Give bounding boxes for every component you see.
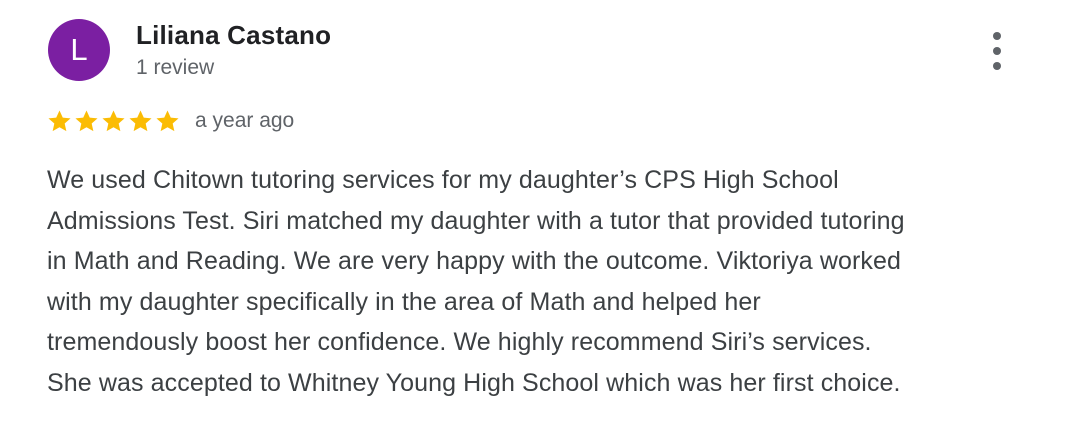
more-vert-icon-dot [993,62,1001,70]
more-vert-icon-dot [993,47,1001,55]
avatar-initial: L [70,32,88,67]
star-icon [100,108,127,135]
review-text-line: with my daughter specifically in the are… [47,287,761,316]
star-rating [46,108,181,135]
star-icon [73,108,100,135]
star-icon [154,108,181,135]
review-text-line: She was accepted to Whitney Young High S… [47,368,901,397]
review-text-line: tremendously boost her confidence. We hi… [47,328,872,356]
review-count: 1 review [136,56,215,79]
review-text-line: We used Chitown tutoring services for my… [47,166,839,194]
author-name[interactable]: Liliana Castano [136,20,331,51]
review-text-line: in Math and Reading. We are very happy w… [47,247,902,275]
review-card: L Liliana Castano 1 review a year ago We… [0,0,1089,424]
review-text-line: Admissions Test. Siri matched my daughte… [47,206,905,235]
rating-row: a year ago [46,106,294,136]
more-options-button[interactable] [980,32,1014,70]
star-icon [127,108,154,135]
avatar[interactable]: L [48,19,110,81]
review-text: We used Chitown tutoring services for my… [47,160,1057,403]
review-timestamp: a year ago [195,109,295,132]
star-icon [46,108,73,135]
more-vert-icon [993,32,1001,40]
